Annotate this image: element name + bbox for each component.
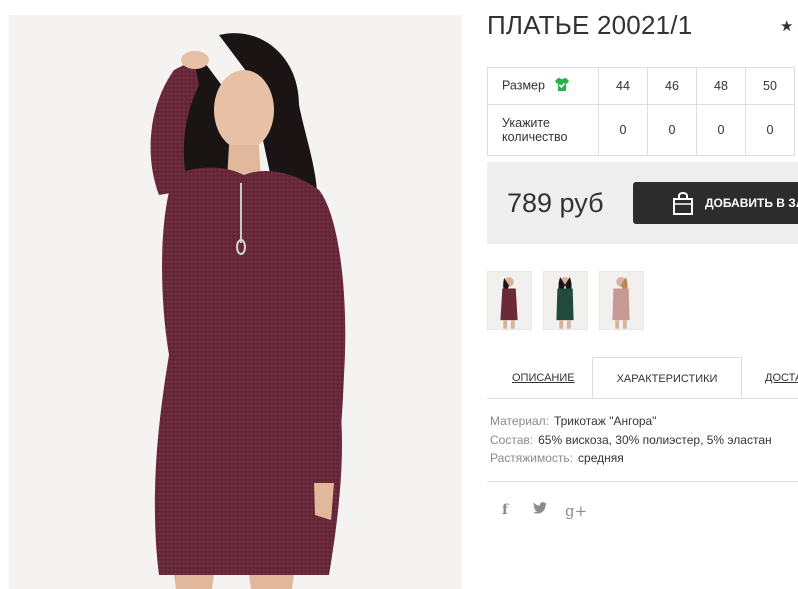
add-to-cart-label: ДОБАВИТЬ В ЗАКАЗ — [705, 196, 798, 210]
thumbnail-burgundy[interactable] — [487, 271, 532, 330]
product-main-photo[interactable] — [9, 15, 462, 589]
spec-value: средняя — [578, 451, 624, 465]
quantity-label-line1: Укажите — [502, 116, 550, 130]
size-50: 50 — [745, 67, 795, 105]
price-bar: 789 руб ДОБАВИТЬ В ЗАКАЗ — [487, 162, 798, 244]
star-favorite-icon[interactable]: ★ — [780, 17, 793, 35]
divider — [487, 481, 798, 482]
size-46: 46 — [647, 67, 697, 105]
spec-row-stretch: Растяжимость: средняя — [490, 449, 772, 468]
product-title: ПЛАТЬЕ 20021/1 — [487, 10, 693, 40]
spec-key: Растяжимость: — [490, 451, 574, 465]
spec-key: Материал: — [490, 414, 549, 428]
dress-thumbnail-green-icon — [544, 272, 587, 329]
dress-photo-illustration — [9, 15, 462, 589]
tab-description[interactable]: ОПИСАНИЕ — [512, 357, 575, 398]
quantity-input-50[interactable]: 0 — [745, 104, 795, 156]
size-label: Размер — [502, 78, 545, 93]
size-quantity-table: Размер 44 46 48 50 Укажите количество 0 … — [487, 67, 795, 156]
quantity-input-48[interactable]: 0 — [696, 104, 746, 156]
add-to-cart-button[interactable]: ДОБАВИТЬ В ЗАКАЗ — [633, 182, 798, 224]
quantity-input-46[interactable]: 0 — [647, 104, 697, 156]
tab-delivery[interactable]: ДОСТАВКА — [765, 357, 798, 398]
thumbnail-pink[interactable] — [599, 271, 644, 330]
spec-value: Трикотаж "Ангора" — [553, 414, 657, 428]
size-chart-shirt-icon[interactable] — [554, 77, 570, 95]
product-tabs: ОПИСАНИЕ ХАРАКТЕРИСТИКИ ДОСТАВКА — [487, 357, 798, 399]
tab-specifications[interactable]: ХАРАКТЕРИСТИКИ — [592, 357, 742, 398]
spec-row-composition: Состав: 65% вискоза, 30% полиэстер, 5% эл… — [490, 431, 772, 450]
dress-thumbnail-pink-icon — [600, 272, 643, 329]
shopping-bag-icon — [671, 190, 695, 219]
spec-value: 65% вискоза, 30% полиэстер, 5% эластан — [538, 432, 772, 447]
quantity-input-44[interactable]: 0 — [598, 104, 648, 156]
facebook-icon[interactable]: f — [502, 502, 508, 518]
product-page: ПЛАТЬЕ 20021/1 ★ Размер 44 46 48 50 Укаж… — [0, 0, 798, 589]
quantity-label-line2: количество — [502, 130, 568, 144]
dress-thumbnail-burgundy-icon — [488, 272, 531, 329]
size-label-cell: Размер — [487, 67, 599, 105]
size-row: Размер 44 46 48 50 — [487, 67, 795, 105]
product-price: 789 руб — [507, 188, 604, 218]
google-plus-icon[interactable]: g+ — [565, 502, 587, 520]
spec-row-material: Материал: Трикотаж "Ангора" — [490, 412, 772, 431]
spec-key: Состав: — [490, 432, 534, 447]
size-44: 44 — [598, 67, 648, 105]
twitter-icon[interactable] — [533, 502, 547, 518]
specifications-list: Материал: Трикотаж "Ангора" Состав: 65% ви… — [490, 412, 772, 468]
quantity-label-cell: Укажите количество — [487, 104, 599, 156]
thumbnail-green[interactable] — [543, 271, 588, 330]
quantity-row: Укажите количество 0 0 0 0 — [487, 104, 795, 156]
size-48: 48 — [696, 67, 746, 105]
